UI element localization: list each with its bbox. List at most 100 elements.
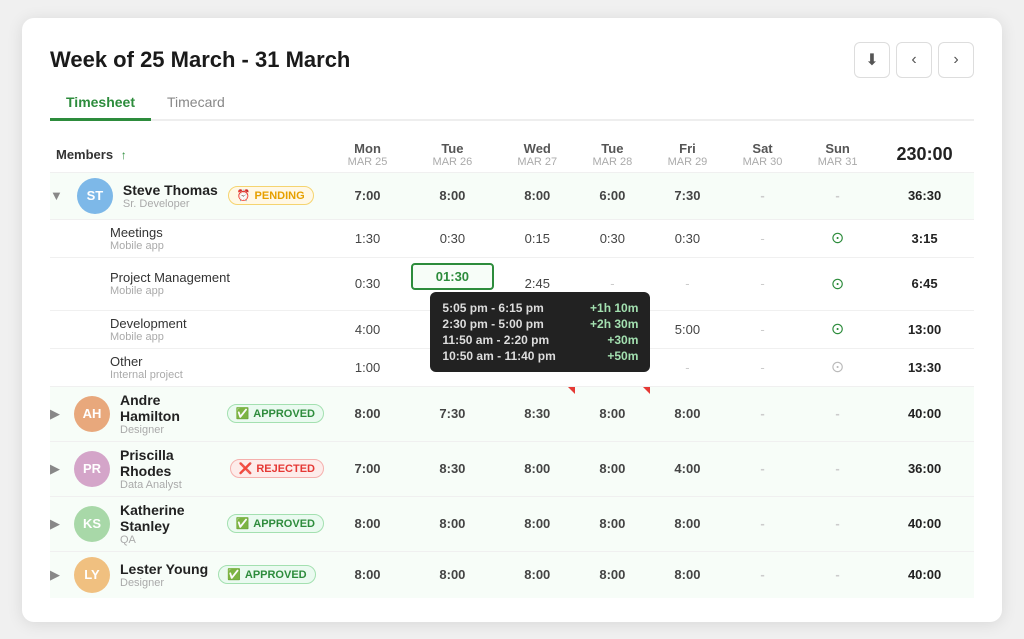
member-row-katherine: ▶ KS Katherine Stanley QA ✅ APPROVED 8:0…: [50, 496, 974, 551]
steve-thu[interactable]: 6:00: [575, 172, 650, 219]
prev-week-button[interactable]: ‹: [896, 42, 932, 78]
pm-tooltip: 5:05 pm - 6:15 pm +1h 10m 2:30 pm - 5:00…: [430, 292, 650, 372]
dev-mon[interactable]: 4:00: [330, 310, 405, 348]
subtask-cell-dev: Development Mobile app: [50, 310, 330, 348]
expand-priscilla-button[interactable]: ▶: [50, 461, 60, 477]
lester-mon[interactable]: 8:00: [330, 551, 405, 598]
katherine-wed[interactable]: 8:00: [500, 496, 575, 551]
dev-sat: -: [725, 310, 800, 348]
katherine-fri[interactable]: 8:00: [650, 496, 725, 551]
katherine-sun: -: [800, 496, 875, 551]
lester-wed[interactable]: 8:00: [500, 551, 575, 598]
timesheet-table: Members ↑ MonMAR 25 TueMAR 26 WedMAR 27 …: [50, 137, 974, 598]
total-column-header: 230:00: [875, 137, 974, 173]
steve-total: 36:30: [875, 172, 974, 219]
steve-tue[interactable]: 8:00: [405, 172, 500, 219]
tab-timecard[interactable]: Timecard: [151, 88, 241, 121]
other-sat: -: [725, 348, 800, 386]
pm-mon[interactable]: 0:30: [330, 257, 405, 310]
meetings-total: 3:15: [875, 219, 974, 257]
avatar-lester: LY: [74, 557, 110, 593]
sort-icon[interactable]: ↑: [121, 148, 127, 162]
steve-sun: -: [800, 172, 875, 219]
pm-sun: ⊙: [800, 257, 875, 310]
clock-icon: ⏰: [237, 189, 251, 202]
katherine-thu[interactable]: 8:00: [575, 496, 650, 551]
expand-andre-button[interactable]: ▶: [50, 406, 60, 422]
lester-tue[interactable]: 8:00: [405, 551, 500, 598]
lester-fri[interactable]: 8:00: [650, 551, 725, 598]
steve-fri[interactable]: 7:30: [650, 172, 725, 219]
pm-total: 6:45: [875, 257, 974, 310]
expand-steve-button[interactable]: ▼: [50, 188, 63, 203]
member-cell-steve: ▼ ST Steve Thomas Sr. Developer ⏰ PENDIN…: [50, 172, 330, 219]
red-corner-andre-thu: [643, 387, 650, 394]
member-name-block-katherine: Katherine Stanley QA: [120, 502, 217, 546]
pm-tue-highlight[interactable]: 01:30 5:05 pm - 6:15 pm +1h 10m 2:30 pm …: [411, 263, 494, 290]
dev-sun: ⊙: [800, 310, 875, 348]
priscilla-sat: -: [725, 441, 800, 496]
meetings-thu[interactable]: 0:30: [575, 219, 650, 257]
timesheet-card: Week of 25 March - 31 March ⬇ ‹ › Timesh…: [22, 18, 1002, 622]
other-fri: -: [650, 348, 725, 386]
pm-tue[interactable]: 01:30 5:05 pm - 6:15 pm +1h 10m 2:30 pm …: [405, 257, 500, 310]
x-icon-priscilla: ❌: [239, 462, 253, 475]
meetings-fri[interactable]: 0:30: [650, 219, 725, 257]
priscilla-sun: -: [800, 441, 875, 496]
col-tue28: TueMAR 28: [575, 137, 650, 173]
dev-fri[interactable]: 5:00: [650, 310, 725, 348]
meetings-mon[interactable]: 1:30: [330, 219, 405, 257]
priscilla-fri[interactable]: 4:00: [650, 441, 725, 496]
priscilla-total: 36:00: [875, 441, 974, 496]
priscilla-mon[interactable]: 7:00: [330, 441, 405, 496]
priscilla-wed[interactable]: 8:00: [500, 441, 575, 496]
col-sat: SatMAR 30: [725, 137, 800, 173]
meetings-sat: -: [725, 219, 800, 257]
andre-tue[interactable]: 7:30: [405, 386, 500, 441]
subtask-cell-other: Other Internal project: [50, 348, 330, 386]
avatar-katherine: KS: [74, 506, 110, 542]
katherine-mon[interactable]: 8:00: [330, 496, 405, 551]
expand-katherine-button[interactable]: ▶: [50, 516, 60, 532]
other-mon[interactable]: 1:00: [330, 348, 405, 386]
priscilla-tue[interactable]: 8:30: [405, 441, 500, 496]
member-row-lester: ▶ LY Lester Young Designer ✅ APPROVED 8:…: [50, 551, 974, 598]
subtask-cell-meetings: Meetings Mobile app: [50, 219, 330, 257]
lester-total: 40:00: [875, 551, 974, 598]
member-row-steve: ▼ ST Steve Thomas Sr. Developer ⏰ PENDIN…: [50, 172, 974, 219]
avatar-steve: ST: [77, 178, 113, 214]
tab-timesheet[interactable]: Timesheet: [50, 88, 151, 121]
andre-sat: -: [725, 386, 800, 441]
status-badge-andre: ✅ APPROVED: [227, 404, 324, 423]
meetings-tue[interactable]: 0:30: [405, 219, 500, 257]
steve-mon[interactable]: 7:00: [330, 172, 405, 219]
status-badge-lester: ✅ APPROVED: [218, 565, 315, 584]
katherine-sat: -: [725, 496, 800, 551]
status-badge-katherine: ✅ APPROVED: [227, 514, 324, 533]
week-title: Week of 25 March - 31 March: [50, 47, 350, 73]
andre-mon[interactable]: 8:00: [330, 386, 405, 441]
steve-wed[interactable]: 8:00: [500, 172, 575, 219]
andre-fri[interactable]: 8:00: [650, 386, 725, 441]
download-button[interactable]: ⬇: [854, 42, 890, 78]
andre-thu[interactable]: 8:00: [575, 386, 650, 441]
pm-sat: -: [725, 257, 800, 310]
member-cell-katherine: ▶ KS Katherine Stanley QA ✅ APPROVED: [50, 496, 330, 551]
avatar-priscilla: PR: [74, 451, 110, 487]
katherine-tue[interactable]: 8:00: [405, 496, 500, 551]
member-row-andre: ▶ AH Andre Hamilton Designer ✅ APPROVED …: [50, 386, 974, 441]
subtask-row-meetings: Meetings Mobile app 1:30 0:30 0:15 0:30 …: [50, 219, 974, 257]
katherine-total: 40:00: [875, 496, 974, 551]
members-column-header: Members ↑: [50, 137, 330, 173]
lester-thu[interactable]: 8:00: [575, 551, 650, 598]
lester-sat: -: [725, 551, 800, 598]
next-week-button[interactable]: ›: [938, 42, 974, 78]
priscilla-thu[interactable]: 8:00: [575, 441, 650, 496]
other-total: 13:30: [875, 348, 974, 386]
meetings-wed[interactable]: 0:15: [500, 219, 575, 257]
andre-wed[interactable]: 8:30: [500, 386, 575, 441]
tooltip-row-4: 10:50 am - 11:40 pm +50m: [442, 348, 638, 364]
col-fri: FriMAR 29: [650, 137, 725, 173]
expand-lester-button[interactable]: ▶: [50, 567, 60, 583]
dev-total: 13:00: [875, 310, 974, 348]
